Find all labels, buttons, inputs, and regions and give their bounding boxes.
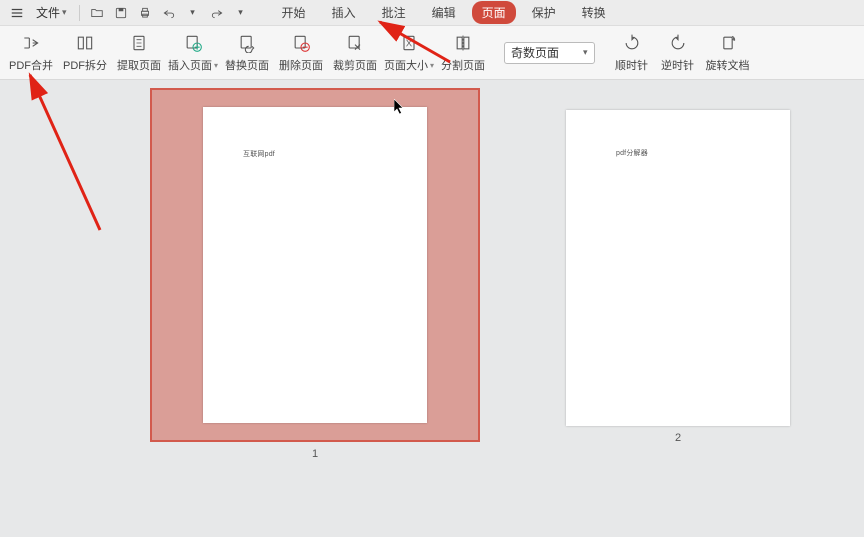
merge-icon — [20, 32, 42, 54]
crop-icon — [344, 32, 366, 54]
split-icon — [74, 32, 96, 54]
page-size-button[interactable]: 页面大小▾ — [382, 28, 436, 78]
tab-convert[interactable]: 转换 — [572, 1, 616, 24]
pdf-split-button[interactable]: PDF拆分 — [58, 28, 112, 78]
page-thumbnail-1[interactable]: 互联网pdf 1 — [150, 88, 480, 460]
print-icon[interactable] — [136, 4, 154, 22]
separator — [79, 5, 80, 21]
file-menu[interactable]: 文件 ▾ — [30, 2, 73, 23]
insert-icon — [182, 32, 204, 54]
page-preview: pdf分解器 — [566, 110, 790, 426]
page-select-dropdown[interactable]: 奇数页面 ▾ — [504, 42, 595, 64]
page-thumbnail-selection: 互联网pdf — [150, 88, 480, 442]
rotate-cw-icon — [621, 32, 643, 54]
menu-icon[interactable] — [6, 6, 28, 20]
page-thumbnail-2[interactable]: pdf分解器 2 — [566, 110, 790, 444]
rotate-group: 顺时针 逆时针 旋转文档 — [609, 28, 755, 78]
tab-start[interactable]: 开始 — [272, 1, 316, 24]
page-select-label: 奇数页面 — [511, 44, 559, 61]
extract-pages-button[interactable]: 提取页面 — [112, 28, 166, 78]
rotate-doc-button[interactable]: 旋转文档 — [701, 28, 755, 78]
replace-icon — [236, 32, 258, 54]
page-number-label: 2 — [675, 432, 681, 444]
delete-icon — [290, 32, 312, 54]
tab-annotate[interactable]: 批注 — [372, 1, 416, 24]
page-toolbar: PDF合并 PDF拆分 提取页面 插入页面▾ 替换页面 删除页面 裁剪页面 页面… — [0, 26, 864, 80]
split-page-button[interactable]: 分割页面 — [436, 28, 490, 78]
open-icon[interactable] — [88, 4, 106, 22]
extract-icon — [128, 32, 150, 54]
chevron-down-icon: ▾ — [214, 61, 218, 70]
crop-pages-button[interactable]: 裁剪页面 — [328, 28, 382, 78]
top-menu: 文件 ▾ ▾ ▾ 开始 插入 批注 编辑 页面 保护 转换 — [0, 0, 864, 26]
tab-insert[interactable]: 插入 — [322, 1, 366, 24]
cut-page-icon — [452, 32, 474, 54]
insert-pages-button[interactable]: 插入页面▾ — [166, 28, 220, 78]
chevron-down-icon: ▾ — [583, 47, 588, 58]
page-preview: 互联网pdf — [203, 107, 427, 423]
replace-pages-button[interactable]: 替换页面 — [220, 28, 274, 78]
page-content-text: 互联网pdf — [243, 149, 275, 159]
undo-dropdown-icon[interactable]: ▾ — [184, 4, 202, 22]
tab-strip: 开始 插入 批注 编辑 页面 保护 转换 — [272, 1, 616, 24]
undo-icon[interactable] — [160, 4, 178, 22]
tab-page[interactable]: 页面 — [472, 1, 516, 24]
chevron-down-icon: ▾ — [62, 7, 67, 18]
tab-edit[interactable]: 编辑 — [422, 1, 466, 24]
rotate-ccw-button[interactable]: 逆时针 — [655, 28, 701, 78]
page-thumbnail-area[interactable]: 互联网pdf 1 pdf分解器 2 — [0, 80, 864, 537]
tab-protect[interactable]: 保护 — [522, 1, 566, 24]
file-menu-label: 文件 — [36, 4, 60, 21]
redo-dropdown-icon[interactable]: ▾ — [232, 4, 250, 22]
redo-icon[interactable] — [208, 4, 226, 22]
save-icon[interactable] — [112, 4, 130, 22]
size-icon — [398, 32, 420, 54]
rotate-ccw-icon — [667, 32, 689, 54]
delete-pages-button[interactable]: 删除页面 — [274, 28, 328, 78]
rotate-doc-icon — [717, 32, 739, 54]
page-content-text: pdf分解器 — [616, 148, 648, 158]
rotate-cw-button[interactable]: 顺时针 — [609, 28, 655, 78]
chevron-down-icon: ▾ — [430, 61, 434, 70]
page-number-label: 1 — [312, 448, 318, 460]
pdf-merge-button[interactable]: PDF合并 — [4, 28, 58, 78]
